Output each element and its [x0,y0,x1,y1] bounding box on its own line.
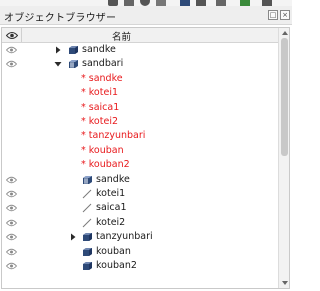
object-browser-panel: 名前 sandke sandbari * sandke * kotei1 * saica… [1,27,290,289]
visibility-column-header[interactable] [2,28,22,42]
solid-icon [81,246,93,258]
eye-icon[interactable] [5,233,18,241]
tree-item-label: * kotei2 [81,116,118,127]
tree-item-label: saica1 [96,202,127,214]
dock-title-bar: オブジェクトブラウザー □ × [0,6,292,25]
tree-row[interactable]: kouban [2,245,278,259]
triangle-right-icon[interactable] [54,46,62,54]
tree-row[interactable]: kouban2 [2,259,278,273]
tree-item-label: tanzyunbari [96,231,153,243]
tree-item-label: sandbari [82,58,124,70]
solid-icon [81,260,93,272]
eye-icon [6,32,18,39]
tree-row[interactable]: kotei1 [2,187,278,201]
line-icon [81,202,93,214]
scroll-up-icon[interactable] [281,29,289,37]
tree-row[interactable]: * saica1 [2,101,278,115]
solid-grid-icon [67,58,79,70]
solid-icon [67,44,79,56]
tree-item-label: * sandke [81,72,123,84]
tree-item-label: kotei1 [96,188,126,199]
close-panel-button[interactable]: × [280,10,290,20]
tree-row[interactable]: saica1 [2,201,278,215]
tree-row[interactable]: * kouban [2,144,278,158]
eye-icon[interactable] [5,190,18,198]
tree-row[interactable]: sandke [2,173,278,187]
eye-icon[interactable] [5,262,18,270]
eye-icon[interactable] [5,46,18,54]
line-icon [81,188,93,200]
tree-row[interactable]: tanzyunbari [2,230,278,244]
scrollbar-thumb[interactable] [281,38,288,156]
tree-row[interactable]: * kouban2 [2,158,278,172]
triangle-right-icon[interactable] [69,233,77,241]
eye-icon[interactable] [5,204,18,212]
tree-row[interactable]: * kotei2 [2,115,278,129]
tree-item-label: * kouban [81,144,124,156]
solid-grid-icon [81,174,93,186]
tree-row[interactable]: kotei2 [2,216,278,230]
triangle-down-icon[interactable] [54,60,62,68]
tree-item-label: sandke [82,44,116,55]
eye-icon[interactable] [5,248,18,256]
float-panel-button[interactable]: □ [268,10,278,20]
eye-icon[interactable] [5,176,18,184]
tree-row[interactable]: * kotei1 [2,86,278,100]
name-column-header[interactable]: 名前 [112,29,131,43]
vertical-scrollbar[interactable] [278,28,289,288]
tree-item-label: sandke [96,173,130,185]
tree-header: 名前 [2,28,278,43]
scroll-down-icon[interactable] [281,279,289,287]
tree-item-label: kouban [96,245,131,257]
tree-item-label: * kouban2 [81,159,130,171]
solid-icon [81,231,93,243]
tree-item-label: * saica1 [81,101,120,113]
line-icon [81,217,93,229]
tree-item-label: * tanzyunbari [81,130,146,142]
tree-row[interactable]: * tanzyunbari [2,129,278,143]
tree-item-label: kouban2 [96,260,137,271]
tree-item-label: * kotei1 [81,87,118,99]
panel-title: オブジェクトブラウザー [4,13,117,24]
tree-row[interactable]: * sandke [2,72,278,86]
tree-row[interactable]: sandbari [2,57,278,71]
eye-icon[interactable] [5,219,18,227]
tree-row[interactable]: sandke [2,43,278,57]
tree-item-label: kotei2 [96,216,126,228]
eye-icon[interactable] [5,60,18,68]
